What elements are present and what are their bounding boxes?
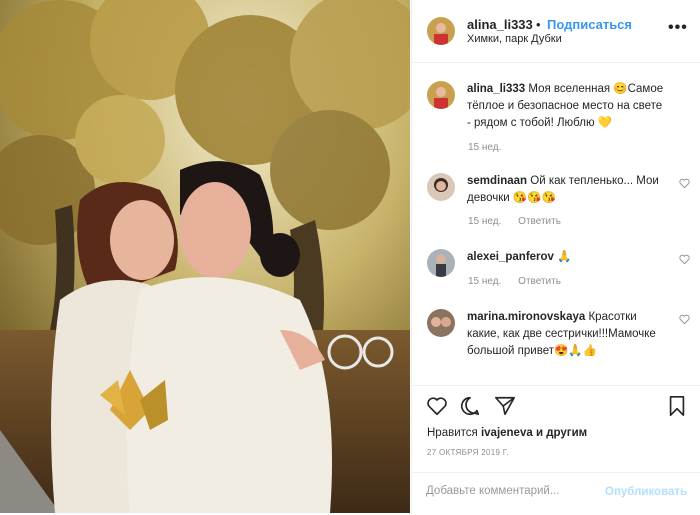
photo-image: [0, 0, 410, 513]
likes-user[interactable]: ivajeneva: [481, 427, 533, 439]
comment-input[interactable]: [426, 485, 601, 497]
separator-dot: •: [536, 17, 541, 32]
heart-icon[interactable]: [426, 395, 448, 417]
comment-avatar[interactable]: [427, 249, 455, 277]
comment-avatar[interactable]: [427, 309, 455, 337]
post-date[interactable]: 27 ОКТЯБРЯ 2019 Г.: [427, 448, 509, 457]
post-location[interactable]: Химки, парк Дубки: [467, 33, 562, 45]
caption-username[interactable]: alina_li333: [467, 83, 525, 95]
comment-avatar[interactable]: [427, 173, 455, 201]
follow-button[interactable]: Подписаться: [547, 17, 632, 32]
author-username[interactable]: alina_li333: [467, 17, 533, 32]
post-panel: alina_li333 • Подписаться Химки, парк Ду…: [411, 0, 700, 513]
comment-username[interactable]: semdinaan: [467, 175, 527, 187]
comment-meta: 15 нед. Ответить: [468, 276, 575, 287]
comments-list[interactable]: alina_li333 Моя вселенная 😊Самое тёплое …: [412, 63, 700, 385]
comment-like-icon[interactable]: [679, 314, 690, 325]
comment-icon[interactable]: [459, 395, 481, 417]
caption-avatar[interactable]: [427, 81, 455, 109]
share-icon[interactable]: [494, 395, 516, 417]
comment-time[interactable]: 15 нед.: [468, 216, 501, 227]
comment-like-icon[interactable]: [679, 178, 690, 189]
more-icon[interactable]: •••: [668, 19, 688, 37]
post-header: alina_li333 • Подписаться Химки, парк Ду…: [412, 0, 700, 63]
likes-prefix: Нравится: [427, 427, 478, 439]
publish-button[interactable]: Опубликовать: [605, 486, 687, 498]
comment-time[interactable]: 15 нед.: [468, 276, 501, 287]
comment-like-icon[interactable]: [679, 254, 690, 265]
comment-meta: 15 нед. Ответить: [468, 216, 575, 227]
comment-text: alexei_panferov 🙏: [467, 249, 667, 266]
comment-text: semdinaan Ой как тепленько... Мои девочк…: [467, 173, 667, 207]
comment-text: marina.mironovskaya Красотки какие, как …: [467, 309, 667, 360]
comment-username[interactable]: alexei_panferov: [467, 251, 554, 263]
post-actions: Нравится ivajeneva и другим 27 ОКТЯБРЯ 2…: [412, 385, 700, 514]
post-photo[interactable]: [0, 0, 410, 513]
caption-time[interactable]: 15 нед.: [468, 142, 501, 153]
add-comment-bar: Опубликовать: [412, 472, 700, 515]
comment-username[interactable]: marina.mironovskaya: [467, 311, 585, 323]
likes-summary: Нравится ivajeneva и другим: [427, 427, 587, 439]
comment-body: 🙏: [557, 251, 572, 263]
author-avatar[interactable]: [427, 17, 455, 45]
caption-text: alina_li333 Моя вселенная 😊Самое тёплое …: [467, 81, 667, 132]
reply-button[interactable]: Ответить: [518, 216, 561, 227]
reply-button[interactable]: Ответить: [518, 276, 561, 287]
bookmark-icon[interactable]: [666, 395, 688, 417]
caption-meta: 15 нед.: [468, 142, 515, 153]
likes-others[interactable]: и другим: [536, 427, 587, 439]
